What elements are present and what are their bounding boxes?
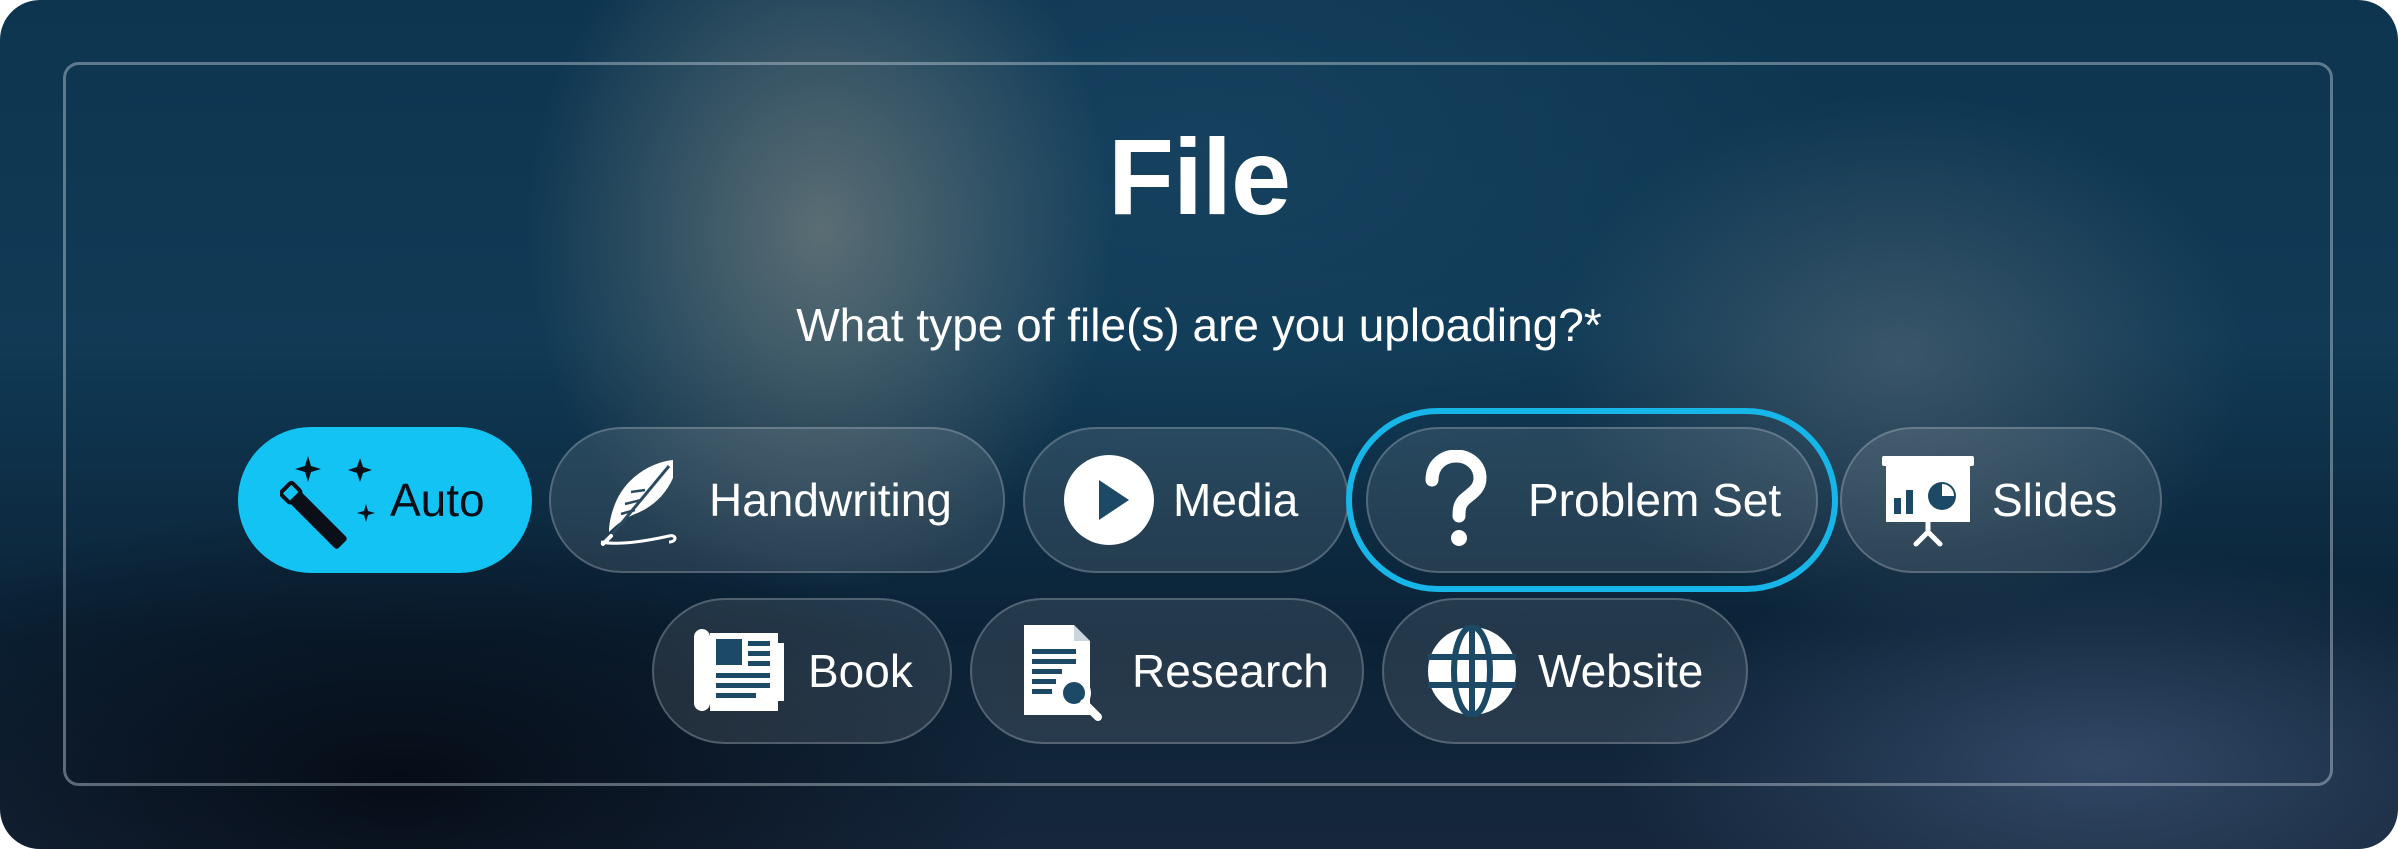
file-type-book-label: Book <box>808 645 913 697</box>
file-type-auto-label: Auto <box>390 474 485 526</box>
file-type-website-button[interactable]: Website <box>1382 598 1748 744</box>
upload-dialog: File What type of file(s) are you upload… <box>0 0 2398 849</box>
file-type-website-label: Website <box>1538 645 1704 697</box>
presentation-chart-icon <box>1880 452 1976 548</box>
file-type-handwriting-label: Handwriting <box>709 474 952 526</box>
file-type-research-button[interactable]: Research <box>970 598 1364 744</box>
file-type-research-label: Research <box>1132 645 1329 697</box>
play-circle-icon <box>1063 454 1155 546</box>
file-type-media-button[interactable]: Media <box>1023 427 1349 573</box>
file-type-question: What type of file(s) are you uploading?* <box>796 299 1602 351</box>
file-type-book-button[interactable]: Book <box>652 598 952 744</box>
file-type-handwriting-button[interactable]: Handwriting <box>549 427 1005 573</box>
file-type-slides-button[interactable]: Slides <box>1840 427 2162 573</box>
page-title: File <box>1107 116 1291 237</box>
focus-ring <box>1346 408 1838 592</box>
globe-icon <box>1426 625 1518 717</box>
file-type-media-label: Media <box>1173 474 1299 526</box>
magic-wand-icon <box>280 450 380 550</box>
file-type-auto-button[interactable]: Auto <box>238 427 532 573</box>
file-type-slides-label: Slides <box>1992 474 2118 526</box>
quill-feather-icon <box>591 452 687 548</box>
document-search-icon <box>1020 621 1104 721</box>
book-icon <box>690 623 786 719</box>
